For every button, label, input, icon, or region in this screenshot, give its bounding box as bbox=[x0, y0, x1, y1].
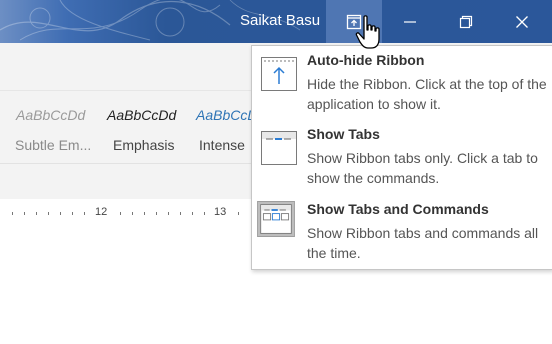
menu-item-title: Show Tabs and Commands bbox=[307, 201, 489, 217]
minimize-button[interactable] bbox=[382, 0, 438, 43]
ruler-label: 12 bbox=[95, 206, 108, 218]
user-name[interactable]: Saikat Basu bbox=[240, 12, 320, 29]
restore-icon bbox=[459, 15, 473, 28]
menu-item-auto-hide-ribbon[interactable]: Auto-hide Ribbon Hide the Ribbon. Click … bbox=[252, 52, 552, 118]
ruler-label: 13 bbox=[214, 206, 227, 218]
menu-item-title: Auto-hide Ribbon bbox=[307, 52, 425, 68]
menu-item-show-tabs[interactable]: Show Tabs Show Ribbon tabs only. Click a… bbox=[252, 126, 552, 192]
style-label: Intense bbox=[199, 137, 245, 153]
style-sample: AaBbCcDd bbox=[107, 107, 177, 123]
style-label: Subtle Em... bbox=[15, 137, 92, 153]
menu-item-description: Show Ribbon tabs and commands all the ti… bbox=[307, 225, 539, 261]
title-bar: Saikat Basu bbox=[0, 0, 552, 43]
close-button[interactable] bbox=[494, 0, 550, 43]
show-tabs-and-commands-icon bbox=[257, 201, 295, 237]
style-sample: AaBbCcDd bbox=[16, 107, 86, 123]
show-tabs-icon bbox=[261, 131, 297, 165]
close-icon bbox=[516, 15, 528, 28]
menu-item-title: Show Tabs bbox=[307, 126, 380, 142]
hand-cursor-icon bbox=[355, 15, 380, 49]
menu-item-description: Hide the Ribbon. Click at the top of the… bbox=[307, 76, 547, 112]
menu-item-description: Show Ribbon tabs only. Click a tab to sh… bbox=[307, 150, 538, 186]
style-label: Emphasis bbox=[113, 137, 175, 153]
minimize-icon bbox=[404, 20, 416, 23]
restore-button[interactable] bbox=[438, 0, 494, 43]
ribbon-display-options-menu: Auto-hide Ribbon Hide the Ribbon. Click … bbox=[251, 45, 552, 270]
menu-item-show-tabs-and-commands[interactable]: Show Tabs and Commands Show Ribbon tabs … bbox=[252, 201, 552, 267]
auto-hide-ribbon-icon bbox=[261, 57, 297, 91]
